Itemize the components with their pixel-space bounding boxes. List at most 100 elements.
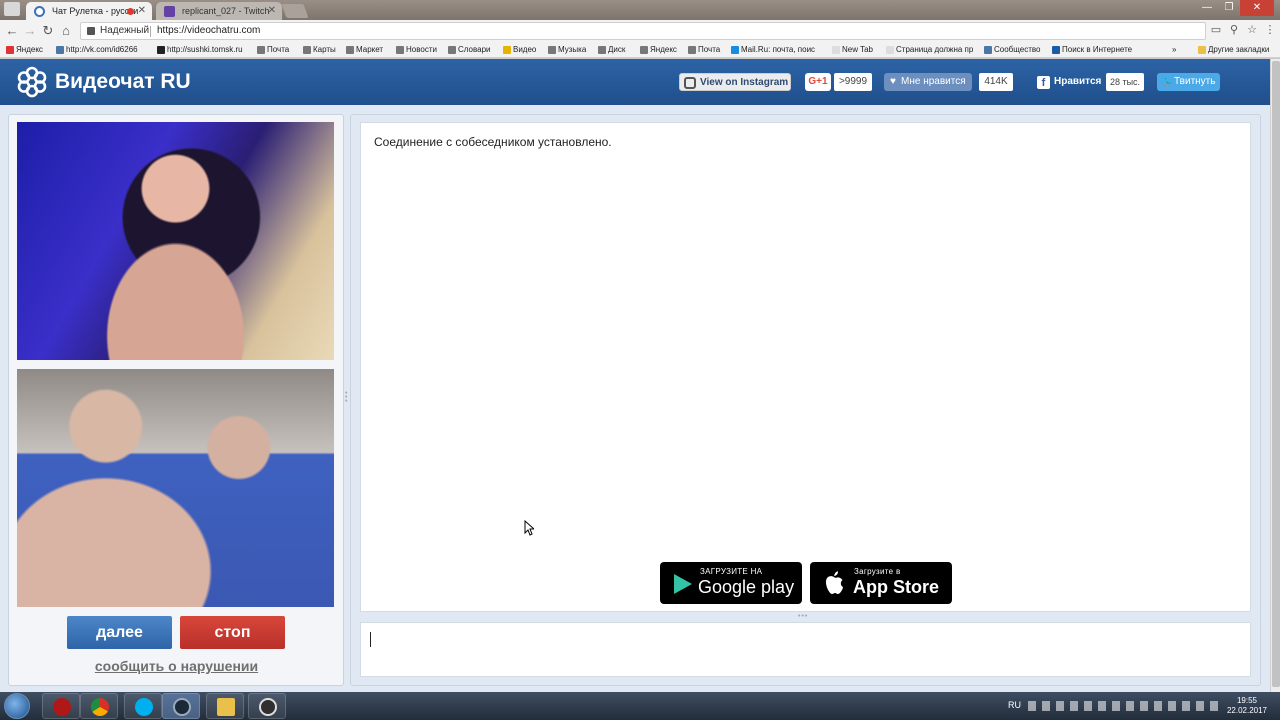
twitter-bird-icon: 🐦: [1162, 76, 1175, 87]
bookmarks-overflow[interactable]: »: [1172, 44, 1176, 56]
url-text: https://videochatru.com: [157, 25, 261, 36]
app-icon: [53, 698, 71, 716]
bookmark-item[interactable]: Яндекс: [6, 44, 43, 56]
close-tab-icon[interactable]: ✕: [138, 5, 146, 16]
bookmark-item[interactable]: Mail.Ru: почта, поис: [731, 44, 815, 56]
app-store-badge[interactable]: Загрузите в App Store: [810, 562, 952, 604]
bookmark-item[interactable]: Сообщество: [984, 44, 1040, 56]
bookmark-item[interactable]: Почта: [688, 44, 720, 56]
tab-label: Чат Рулетка - русски: [52, 6, 139, 16]
close-tab-icon[interactable]: ✕: [268, 5, 276, 16]
browser-tabbar: Чат Рулетка - русски ✕ replicant_027 - T…: [0, 0, 1280, 20]
instagram-button[interactable]: View on Instagram: [679, 73, 791, 91]
vk-like-button[interactable]: ♥ Мне нравится: [884, 73, 972, 91]
bookmark-item[interactable]: Карты: [303, 44, 336, 56]
home-icon[interactable]: ⌂: [58, 23, 74, 39]
window-controls: — ❐ ✕: [1196, 0, 1274, 16]
browser-menu-icon[interactable]: [4, 2, 20, 16]
horizontal-splitter-handle[interactable]: •••: [798, 613, 814, 620]
zoom-icon[interactable]: ⚲: [1228, 23, 1240, 37]
facebook-like-button[interactable]: f Нравится: [1037, 73, 1102, 91]
scrollbar-thumb[interactable]: [1272, 61, 1280, 687]
bookmark-item[interactable]: Почта: [257, 44, 289, 56]
lock-icon: [87, 27, 95, 35]
bookmark-item[interactable]: Поиск в Интернете: [1052, 44, 1132, 56]
apple-icon: [826, 571, 843, 594]
new-tab-button[interactable]: [281, 4, 309, 18]
chat-message-input[interactable]: [360, 622, 1251, 677]
back-arrow-icon[interactable]: ←: [4, 23, 20, 39]
page-scrollbar[interactable]: [1270, 59, 1280, 692]
bookmark-item[interactable]: New Tab: [832, 44, 873, 56]
google-play-icon: [674, 574, 692, 594]
taskbar-obs[interactable]: [248, 693, 286, 719]
bookmark-item[interactable]: Маркет: [346, 44, 383, 56]
remote-video: [17, 122, 334, 360]
bookmark-item[interactable]: Яндекс: [640, 44, 677, 56]
windows-taskbar: RU 19:55 22.02.2017: [0, 692, 1280, 720]
tab-twitch[interactable]: replicant_027 - Twitch ✕: [156, 2, 282, 20]
gplus-button[interactable]: G+1: [805, 73, 831, 91]
clock-time: 19:55: [1236, 696, 1258, 705]
obs-icon: [259, 698, 277, 716]
tab-videochat[interactable]: Чат Рулетка - русски ✕: [26, 2, 152, 20]
reload-icon[interactable]: ↻: [40, 23, 56, 39]
clock-date: 22.02.2017: [1226, 706, 1268, 715]
taskbar-steam[interactable]: [162, 693, 200, 719]
taskbar-skype[interactable]: [124, 693, 162, 719]
bookmark-star-icon[interactable]: ☆: [1246, 23, 1258, 37]
google-play-badge[interactable]: ЗАГРУЗИТЕ НА Google play: [660, 562, 802, 604]
videochat-favicon-icon: [34, 6, 45, 17]
chat-log: Соединение с собеседником установлено.: [360, 122, 1251, 612]
vk-like-count: 414K: [979, 73, 1013, 91]
forward-arrow-icon[interactable]: →: [22, 23, 38, 39]
minimize-icon[interactable]: —: [1196, 0, 1218, 16]
toolbar-actions: ▭ ⚲ ☆ ⋮: [1210, 23, 1276, 37]
bookmark-item[interactable]: Диск: [598, 44, 625, 56]
site-header: Видеочат RU View on Instagram G+1 >9999 …: [0, 59, 1270, 105]
local-video: [17, 369, 334, 607]
tweet-button[interactable]: 🐦 Твитнуть: [1157, 73, 1220, 91]
taskbar-explorer[interactable]: [206, 693, 244, 719]
bookmark-item[interactable]: Видео: [503, 44, 536, 56]
vertical-splitter-handle[interactable]: • • •: [345, 390, 349, 406]
cast-icon[interactable]: ▭: [1210, 23, 1222, 37]
stop-button[interactable]: стоп: [180, 616, 285, 649]
report-violation-link[interactable]: сообщить о нарушении: [0, 658, 353, 674]
recording-indicator-icon: [127, 8, 134, 15]
tray-icons[interactable]: [1028, 701, 1218, 711]
address-bar[interactable]: Надежный https://videochatru.com: [80, 22, 1206, 40]
bookmark-item[interactable]: Страница должна пр: [886, 44, 973, 56]
close-window-icon[interactable]: ✕: [1240, 0, 1274, 16]
next-button[interactable]: далее: [67, 616, 172, 649]
skype-icon: [135, 698, 153, 716]
facebook-like-count: 28 тыс.: [1106, 73, 1144, 91]
taskbar-app[interactable]: [42, 693, 80, 719]
text-caret: [370, 632, 371, 647]
chrome-icon: [91, 698, 109, 716]
heart-icon: ♥: [890, 76, 896, 87]
maximize-icon[interactable]: ❐: [1218, 0, 1240, 16]
bookmark-item[interactable]: http://vk.com/id6266: [56, 44, 138, 56]
start-button-icon[interactable]: [4, 693, 30, 719]
language-indicator[interactable]: RU: [1008, 700, 1021, 710]
chrome-menu-icon[interactable]: ⋮: [1264, 23, 1276, 37]
bookmark-item[interactable]: Музыка: [548, 44, 586, 56]
twitch-favicon-icon: [164, 6, 175, 17]
bookmark-item[interactable]: Новости: [396, 44, 437, 56]
security-label: Надежный: [100, 25, 150, 36]
browser-toolbar: ← → ↻ ⌂ Надежный https://videochatru.com…: [0, 20, 1280, 42]
flower-logo-icon: [17, 66, 47, 98]
steam-icon: [173, 698, 191, 716]
gplus-count: >9999: [834, 73, 872, 91]
site-brand[interactable]: Видеочат RU: [55, 70, 191, 94]
folder-icon: [217, 698, 235, 716]
taskbar-clock[interactable]: 19:55 22.02.2017: [1222, 696, 1272, 716]
bookmark-item[interactable]: http://sushki.tomsk.ru: [157, 44, 243, 56]
taskbar-chrome[interactable]: [80, 693, 118, 719]
bookmarks-bar: Яндекс http://vk.com/id6266 http://sushk…: [0, 42, 1280, 58]
facebook-icon: f: [1037, 76, 1050, 89]
bookmark-item[interactable]: Словари: [448, 44, 491, 56]
tab-label: replicant_027 - Twitch: [182, 6, 270, 16]
bookmark-folder[interactable]: Другие закладки: [1198, 44, 1269, 56]
